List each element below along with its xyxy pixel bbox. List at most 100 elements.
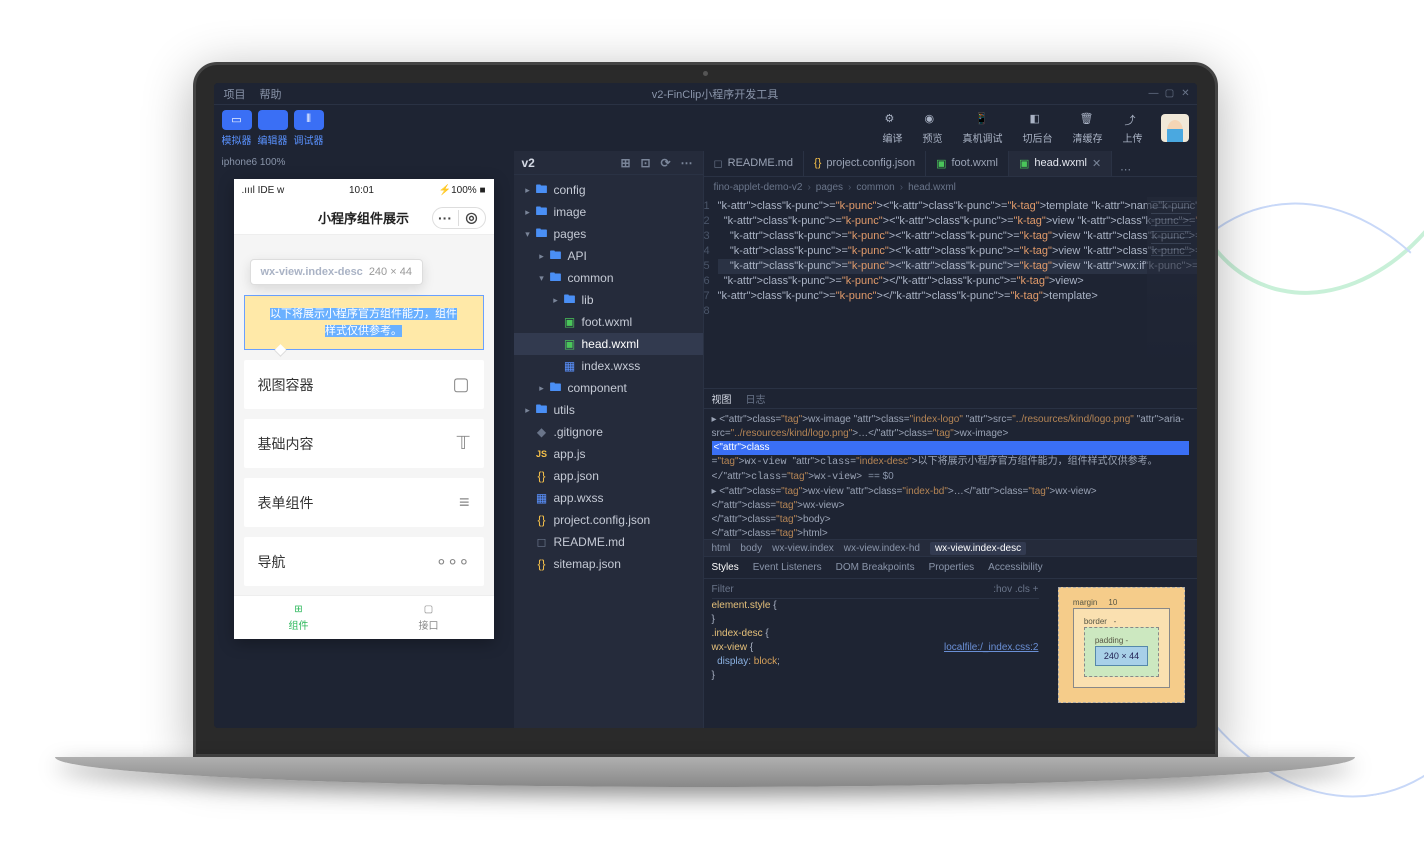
editor-tab[interactable]: ◻ README.md bbox=[704, 151, 805, 176]
tree-node[interactable]: ▦ app.wxss bbox=[514, 487, 703, 509]
file-icon: {} bbox=[534, 557, 550, 571]
collapse-icon[interactable]: ⋯ bbox=[681, 156, 695, 170]
tree-arrow-icon[interactable] bbox=[522, 229, 534, 240]
breadcrumb-item[interactable]: common bbox=[856, 182, 894, 193]
close-icon[interactable]: ✕ bbox=[1092, 157, 1101, 170]
capsule-more-icon[interactable]: ··· bbox=[433, 210, 459, 226]
toolbar-background[interactable]: ◧ 切后台 bbox=[1023, 112, 1053, 145]
dom-node[interactable]: </"attr">class="tag">html> bbox=[712, 527, 1189, 539]
tree-arrow-icon[interactable] bbox=[536, 251, 548, 262]
styles-tab[interactable]: DOM Breakpoints bbox=[836, 562, 915, 573]
tree-arrow-icon[interactable] bbox=[536, 383, 548, 394]
dom-node[interactable]: </"attr">class="tag">wx-view> bbox=[712, 499, 1189, 513]
styles-filter[interactable]: Filter bbox=[712, 583, 734, 597]
toolbar-remote[interactable]: 📱 真机调试 bbox=[963, 112, 1003, 145]
tree-node[interactable]: {} app.json bbox=[514, 465, 703, 487]
styles-panel[interactable]: Filter :hov .cls + element.style { } .ind… bbox=[704, 579, 1047, 728]
breadcrumb-item[interactable]: fino-applet-demo-v2 bbox=[714, 182, 803, 193]
tree-arrow-icon[interactable] bbox=[522, 405, 534, 416]
refresh-icon[interactable]: ⟳ bbox=[661, 156, 675, 170]
toolbar-simulator[interactable]: ▭ 模拟器 bbox=[222, 110, 252, 147]
list-item[interactable]: 视图容器 ▢ bbox=[244, 360, 484, 409]
phone-tab[interactable]: ▢ 接口 bbox=[364, 596, 494, 639]
dom-node[interactable]: </"attr">class="tag">body> bbox=[712, 513, 1189, 527]
tree-node[interactable]: ▦ index.wxss bbox=[514, 355, 703, 377]
tooltip-dimensions: 240 × 44 bbox=[369, 266, 412, 278]
devtools-tab[interactable]: 视图 bbox=[712, 391, 732, 406]
phone-tab[interactable]: ⊞ 组件 bbox=[234, 596, 364, 639]
devtools-tab[interactable]: 日志 bbox=[746, 391, 766, 406]
tree-node[interactable]: 🖿 API bbox=[514, 245, 703, 267]
new-folder-icon[interactable]: ⊡ bbox=[641, 156, 655, 170]
tree-arrow-icon[interactable] bbox=[550, 295, 562, 306]
dom-breadcrumb[interactable]: html body wx-view.index wx-view.index-hd wx-… bbox=[704, 539, 1197, 557]
styles-tab[interactable]: Styles bbox=[712, 562, 739, 573]
tree-node[interactable]: {} project.config.json bbox=[514, 509, 703, 531]
code-editor[interactable]: 12345678 "k-attr">class"k-punc">="k-punc… bbox=[704, 197, 1197, 388]
tree-node[interactable]: 🖿 common bbox=[514, 267, 703, 289]
css-rule[interactable]: element.style { } bbox=[712, 599, 1039, 627]
toolbar-compile[interactable]: ⚙ 编译 bbox=[883, 112, 903, 145]
tree-arrow-icon[interactable] bbox=[522, 207, 534, 218]
tree-node[interactable]: ◆ .gitignore bbox=[514, 421, 703, 443]
list-item[interactable]: 基础内容 𝕋 bbox=[244, 419, 484, 468]
list-item[interactable]: 表单组件 ≡ bbox=[244, 478, 484, 527]
dom-crumb-item[interactable]: wx-view.index-desc bbox=[930, 542, 1026, 555]
css-rule[interactable]: wx-view { localfile:/_index.css:2 displa… bbox=[712, 641, 1039, 683]
dom-tree[interactable]: ▸ <"attr">class="tag">wx-image "attr">cl… bbox=[704, 409, 1197, 539]
styles-tab[interactable]: Accessibility bbox=[988, 562, 1042, 573]
styles-toggles[interactable]: :hov .cls + bbox=[993, 583, 1038, 597]
window-minimize-icon[interactable]: — bbox=[1149, 89, 1159, 99]
toolbar-debugger[interactable]: ⫴ 调试器 bbox=[294, 110, 324, 147]
editor-tab[interactable]: ▣ head.wxml ✕ bbox=[1009, 151, 1112, 176]
toolbar-upload[interactable]: ⤴ 上传 bbox=[1123, 112, 1143, 145]
editor-tab[interactable]: ▣ foot.wxml bbox=[926, 151, 1009, 176]
dom-crumb-item[interactable]: html bbox=[712, 543, 731, 554]
editor-tab[interactable]: {} project.config.json bbox=[804, 151, 926, 176]
simulator-device-label[interactable]: iphone6 100% bbox=[214, 151, 514, 173]
dom-node[interactable]: ▸ <"attr">class="tag">wx-image "attr">cl… bbox=[712, 413, 1189, 441]
menu-project[interactable]: 项目 bbox=[224, 86, 246, 102]
tree-arrow-icon[interactable] bbox=[536, 273, 548, 284]
tree-node[interactable]: 🖿 config bbox=[514, 179, 703, 201]
minimap[interactable] bbox=[1147, 197, 1197, 388]
tree-node[interactable]: 🖿 image bbox=[514, 201, 703, 223]
inspected-element[interactable]: 以下将展示小程序官方组件能力，组件 样式仅供参考。 bbox=[244, 295, 484, 350]
tree-node[interactable]: ▣ head.wxml bbox=[514, 333, 703, 355]
window-maximize-icon[interactable]: ▢ bbox=[1165, 89, 1175, 99]
breadcrumb-item[interactable]: head.wxml bbox=[908, 182, 956, 193]
avatar[interactable] bbox=[1161, 114, 1189, 142]
toolbar-editor[interactable]: 编辑器 bbox=[258, 110, 288, 147]
tree-node[interactable]: ◻ README.md bbox=[514, 531, 703, 553]
dom-node-selected[interactable]: <"attr">class bbox=[712, 441, 1189, 455]
css-rule[interactable]: .index-desc { </span><br>&nbsp;&nbsp;<sp… bbox=[712, 627, 1039, 641]
more-tabs-icon[interactable]: ⋯ bbox=[1112, 163, 1139, 176]
file-icon: ▣ bbox=[936, 157, 946, 170]
dom-crumb-item[interactable]: body bbox=[740, 543, 762, 554]
tree-node[interactable]: JS app.js bbox=[514, 443, 703, 465]
tree-root[interactable]: v2 bbox=[522, 156, 535, 170]
tooltip-selector: wx-view.index-desc bbox=[261, 266, 363, 278]
window-close-icon[interactable]: ✕ bbox=[1181, 89, 1191, 99]
menu-help[interactable]: 帮助 bbox=[260, 86, 282, 102]
tree-node[interactable]: 🖿 pages bbox=[514, 223, 703, 245]
tree-node[interactable]: 🖿 lib bbox=[514, 289, 703, 311]
toolbar-clearcache[interactable]: 🗑 清缓存 bbox=[1073, 112, 1103, 145]
list-item-icon: 𝕋 bbox=[457, 433, 470, 454]
toolbar-preview[interactable]: ◉ 预览 bbox=[923, 112, 943, 145]
tree-arrow-icon[interactable] bbox=[522, 185, 534, 196]
new-file-icon[interactable]: ⊞ bbox=[621, 156, 635, 170]
breadcrumb-item[interactable]: pages bbox=[816, 182, 843, 193]
list-item[interactable]: 导航 ∘∘∘ bbox=[244, 537, 484, 586]
styles-tab[interactable]: Event Listeners bbox=[753, 562, 822, 573]
capsule-close-icon[interactable]: ◎ bbox=[459, 209, 485, 226]
tree-node[interactable]: 🖿 component bbox=[514, 377, 703, 399]
styles-tab[interactable]: Properties bbox=[929, 562, 975, 573]
dom-crumb-item[interactable]: wx-view.index bbox=[772, 543, 834, 554]
tree-node[interactable]: 🖿 utils bbox=[514, 399, 703, 421]
dom-node[interactable]: ▸ <"attr">class="tag">wx-view "attr">cla… bbox=[712, 485, 1189, 499]
capsule[interactable]: ··· ◎ bbox=[432, 207, 486, 229]
tree-node[interactable]: ▣ foot.wxml bbox=[514, 311, 703, 333]
tree-node[interactable]: {} sitemap.json bbox=[514, 553, 703, 575]
dom-crumb-item[interactable]: wx-view.index-hd bbox=[844, 543, 920, 554]
